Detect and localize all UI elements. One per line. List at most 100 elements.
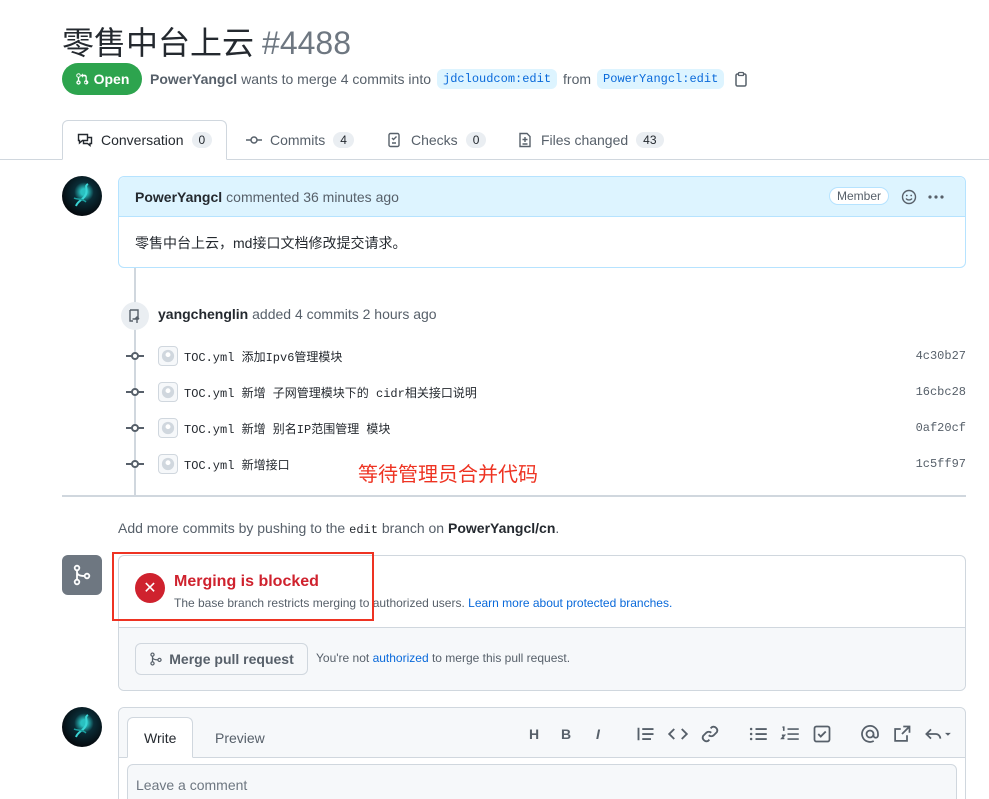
comment-header: PowerYangcl commented 36 minutes ago Mem… [119,177,965,217]
repo-push-icon [121,302,149,330]
commit-author-avatar[interactable] [158,418,178,438]
merge-button-label: Merge pull request [169,651,294,667]
link-icon[interactable] [700,724,720,744]
member-badge: Member [828,187,889,205]
write-tab[interactable]: Write [127,717,194,758]
code-icon[interactable] [668,724,688,744]
commit-sha[interactable]: 0af20cf [916,421,966,435]
cross-reference-icon[interactable] [892,724,912,744]
avatar-image [73,714,89,738]
comment-textarea[interactable]: Leave a comment [127,764,957,799]
reply-icon[interactable] [924,724,952,744]
pr-meta: PowerYangcl wants to merge 4 commits int… [150,67,748,91]
push-hint-repo[interactable]: PowerYangcl/cn [448,520,555,536]
comment-author-avatar[interactable] [62,176,102,216]
kebab-horizontal-icon[interactable] [927,191,945,203]
current-user-avatar[interactable] [62,707,102,747]
push-hint-suffix: . [555,520,560,536]
tab-label: Checks [411,132,458,148]
copy-icon[interactable] [734,71,748,87]
push-hint-branch: edit [349,523,378,537]
commit-message[interactable]: TOC.yml 添加Ipv6管理模块 [184,348,342,365]
commit-message[interactable]: TOC.yml 新增接口 [184,456,290,473]
merge-permission-note: You're not authorized to merge this pull… [316,651,570,665]
tasklist-icon[interactable] [812,724,832,744]
git-commit-icon [126,455,144,473]
git-commit-icon [246,136,262,144]
commit-author-avatar[interactable] [158,454,178,474]
tab-label: Conversation [101,132,184,148]
push-hint: Add more commits by pushing to the edit … [118,520,559,537]
timeline-separator [62,495,966,497]
head-branch-label[interactable]: PowerYangcl:edit [597,69,725,89]
commit-row: TOC.yml 新增 别名IP范围管理 模块 0af20cf [126,417,966,439]
checklist-icon [388,132,400,148]
commit-row: TOC.yml 新增 子网管理模块下的 cidr相关接口说明 16cbc28 [126,381,966,403]
state-label: Open [93,71,130,87]
tab-counter: 4 [333,132,354,148]
commits-event-author[interactable]: yangchenglin [158,306,248,322]
comment-box: PowerYangcl commented 36 minutes ago Mem… [118,176,966,268]
merge-actions: Merge pull request You're not authorized… [119,628,965,690]
commit-message[interactable]: TOC.yml 新增 别名IP范围管理 模块 [184,420,390,437]
pr-number: #4488 [262,25,351,61]
push-hint-middle: branch on [381,520,445,536]
git-commit-icon [126,419,144,437]
comment-discussion-icon [77,133,93,147]
authorized-link[interactable]: authorized [373,651,429,665]
file-diff-icon [519,132,531,148]
preview-tab[interactable]: Preview [199,717,281,758]
protected-branches-link[interactable]: Learn more about protected branches. [468,596,672,610]
commits-event-text: added 4 commits 2 hours ago [252,306,437,322]
git-commit-icon [126,383,144,401]
pull-request-icon [75,73,88,85]
heading-icon[interactable]: H [524,724,544,744]
tab-checks[interactable]: Checks 0 [387,120,487,160]
tab-label: Commits [270,132,326,148]
commit-row: TOC.yml 新增接口 1c5ff97 [126,453,966,475]
annotation-highlight-box [112,552,374,621]
comment-body: 零售中台上云，md接口文档修改提交请求。 [135,235,407,251]
pr-author-link[interactable]: PowerYangcl [150,71,237,87]
merge-note-suffix: to merge this pull request. [431,651,571,665]
commits-event: yangchenglin added 4 commits 2 hours ago [158,306,437,322]
comment-meta[interactable]: commented 36 minutes ago [226,189,399,205]
editor-toolbar: Write Preview H B I [119,708,965,758]
avatar-image [73,183,89,207]
commit-message[interactable]: TOC.yml 新增 子网管理模块下的 cidr相关接口说明 [184,384,477,401]
commit-sha[interactable]: 16cbc28 [916,385,966,399]
pr-title: 零售中台上云 #4488 [62,18,351,64]
tab-counter: 0 [465,132,487,148]
git-commit-icon [126,347,144,365]
mention-icon[interactable] [860,724,880,744]
quote-icon[interactable] [636,724,656,744]
smiley-icon[interactable] [901,189,917,205]
merge-note-prefix: You're not [316,651,370,665]
git-merge-icon [73,564,91,586]
commit-row: TOC.yml 添加Ipv6管理模块 4c30b27 [126,345,966,367]
tab-label: Files changed [541,132,629,148]
merge-status-icon [62,555,102,595]
base-branch-label[interactable]: jdcloudcom:edit [437,69,558,89]
italic-icon[interactable]: I [588,724,608,744]
tab-files-changed[interactable]: Files changed 43 [517,120,664,160]
tab-commits[interactable]: Commits 4 [246,120,354,160]
tab-conversation[interactable]: Conversation 0 [62,120,228,160]
push-hint-prefix: Add more commits by pushing to the [118,520,346,536]
commit-author-avatar[interactable] [158,382,178,402]
merge-pull-request-button[interactable]: Merge pull request [135,643,308,675]
ordered-list-icon[interactable] [780,724,800,744]
commit-author-avatar[interactable] [158,346,178,366]
comment-author[interactable]: PowerYangcl [135,189,222,205]
unordered-list-icon[interactable] [748,724,768,744]
pr-merge-text: wants to merge 4 commits into [241,71,432,87]
commit-sha[interactable]: 1c5ff97 [916,457,966,471]
tab-counter: 43 [636,132,664,148]
state-badge-open: Open [62,63,142,95]
pr-title-text: 零售中台上云 [62,25,255,61]
commit-sha[interactable]: 4c30b27 [916,349,966,363]
bold-icon[interactable]: B [556,724,576,744]
git-merge-icon [150,652,162,666]
tab-counter: 0 [191,132,213,148]
annotation-text: 等待管理员合并代码 [358,464,538,486]
